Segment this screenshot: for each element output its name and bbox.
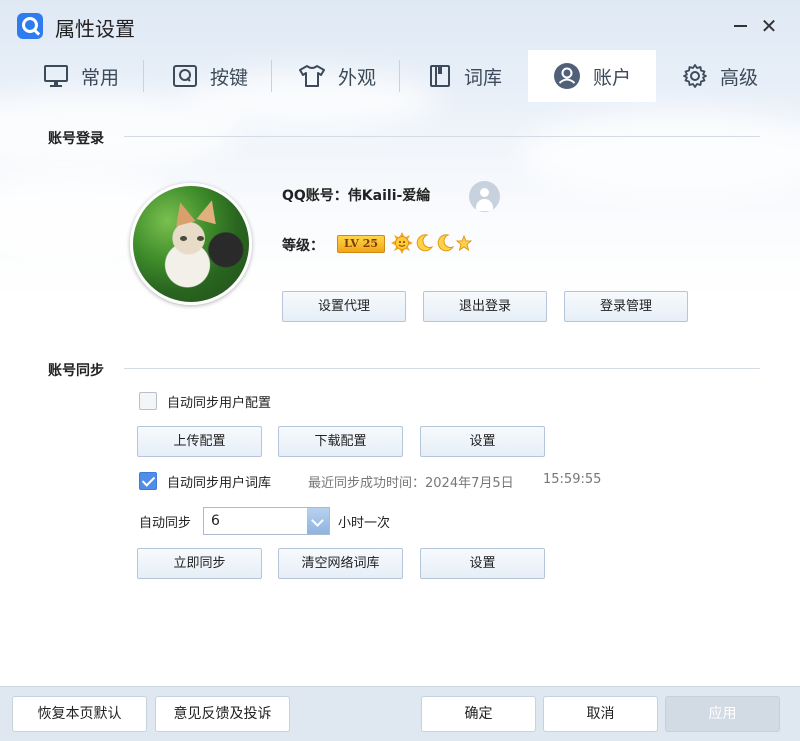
- close-icon: ✕: [760, 14, 778, 38]
- config-settings-button[interactable]: 设置: [420, 426, 545, 457]
- auto-sync-dict-checkbox[interactable]: [139, 472, 157, 490]
- footer-bar: 恢复本页默认 意见反馈及投诉 确定 取消 应用: [0, 686, 800, 741]
- tab-bar: 常用 按键 外观 词库 账户 高级: [0, 50, 800, 102]
- logout-button[interactable]: 退出登录: [423, 291, 547, 322]
- tab-advanced[interactable]: 高级: [660, 50, 780, 102]
- auto-sync-config-label: 自动同步用户配置: [167, 396, 272, 411]
- feedback-button[interactable]: 意见反馈及投诉: [155, 696, 290, 732]
- sun-icon: [391, 232, 413, 254]
- tab-account-label: 账户: [592, 66, 631, 89]
- ok-button[interactable]: 确定: [421, 696, 536, 732]
- apply-button[interactable]: 应用: [665, 696, 780, 732]
- tab-advanced-label: 高级: [719, 66, 758, 89]
- download-config-button[interactable]: 下载配置: [278, 426, 403, 457]
- tab-account[interactable]: 账户: [528, 50, 656, 102]
- level-icons: [391, 232, 472, 254]
- minimize-button[interactable]: [726, 12, 754, 40]
- level-label: 等级：: [282, 238, 324, 254]
- last-sync-text: 最近同步成功时间：2024年7月5日: [308, 476, 514, 491]
- dict-settings-button[interactable]: 设置: [420, 548, 545, 579]
- tab-appearance-label: 外观: [337, 66, 376, 89]
- tab-keys-label: 按键: [209, 66, 248, 89]
- sync-now-button[interactable]: 立即同步: [137, 548, 262, 579]
- tab-dictionary-label: 词库: [463, 66, 502, 89]
- avatar[interactable]: [130, 183, 252, 305]
- tab-general-label: 常用: [80, 66, 119, 89]
- interval-suffix: 小时一次: [338, 516, 391, 531]
- book-icon: [429, 65, 450, 87]
- close-button[interactable]: ✕: [755, 12, 783, 40]
- proxy-settings-button[interactable]: 设置代理: [282, 291, 406, 322]
- sync-interval-value: 6: [211, 513, 220, 529]
- app-logo-icon: [17, 13, 43, 39]
- gear-icon: [683, 64, 707, 88]
- interval-label: 自动同步: [139, 516, 192, 531]
- clear-cloud-dict-button[interactable]: 清空网络词库: [278, 548, 403, 579]
- tab-keys[interactable]: 按键: [150, 50, 270, 102]
- login-section-divider: [124, 136, 760, 137]
- last-sync-time: 15:59:55: [543, 472, 602, 487]
- tab-appearance[interactable]: 外观: [278, 50, 396, 102]
- chevron-down-icon[interactable]: [307, 508, 329, 534]
- moon-icon: [437, 234, 455, 252]
- user-profile-icon[interactable]: [469, 181, 500, 212]
- key-q-icon: [172, 65, 197, 87]
- monitor-icon: [43, 65, 68, 87]
- sync-section-divider: [124, 368, 760, 369]
- minimize-icon: [733, 25, 747, 27]
- login-manage-button[interactable]: 登录管理: [564, 291, 688, 322]
- sync-section-title: 账号同步: [48, 363, 104, 379]
- tab-general[interactable]: 常用: [22, 50, 140, 102]
- settings-window: 属性设置 ✕ 常用 按键 外观 词库 账户 高级 账号登录 QQ账号：伟Kail…: [0, 0, 800, 741]
- star-icon: [456, 235, 472, 251]
- moon-icon: [416, 234, 434, 252]
- qq-account-text: QQ账号：伟Kaili-爱綸: [282, 188, 431, 204]
- window-title: 属性设置: [55, 17, 135, 41]
- auto-sync-config-checkbox[interactable]: [139, 392, 157, 410]
- title-bar: 属性设置 ✕: [0, 0, 800, 50]
- sync-interval-select[interactable]: 6: [203, 507, 330, 535]
- upload-config-button[interactable]: 上传配置: [137, 426, 262, 457]
- cancel-button[interactable]: 取消: [543, 696, 658, 732]
- user-circle-icon: [553, 63, 580, 89]
- auto-sync-dict-label: 自动同步用户词库: [167, 476, 272, 491]
- restore-defaults-button[interactable]: 恢复本页默认: [12, 696, 147, 732]
- shirt-icon: [298, 65, 325, 87]
- tab-dictionary[interactable]: 词库: [406, 50, 524, 102]
- level-badge: LV 25: [337, 235, 385, 253]
- login-section-title: 账号登录: [48, 131, 104, 147]
